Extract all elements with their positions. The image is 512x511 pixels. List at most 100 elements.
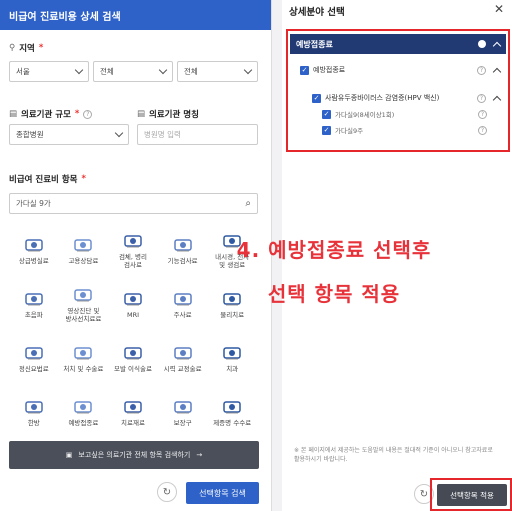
city-select[interactable]: 서울	[9, 61, 89, 82]
checkbox-checked-icon[interactable]: ✓	[322, 125, 331, 135]
category-icon	[74, 400, 93, 413]
tree-item-level3[interactable]: ✓ 가다실9(8세이상1회) ?	[322, 109, 487, 119]
category-icon	[25, 346, 43, 359]
category-icon	[25, 292, 43, 305]
items-label: 비급여 진료비 항목 *	[9, 174, 86, 185]
help-icon[interactable]: ?	[83, 109, 93, 119]
chevron-down-icon	[158, 65, 168, 75]
chevron-up-icon[interactable]	[492, 95, 502, 104]
hospital-name-input[interactable]: 병원명 입력	[137, 124, 258, 145]
instruction-line-2: 선택 항목 적용	[267, 282, 401, 306]
category-item[interactable]: 영상진단 및 방사선치료료	[59, 277, 109, 329]
category-item[interactable]: 정신요법료	[9, 331, 59, 383]
category-icon	[124, 234, 142, 247]
tree-header[interactable]: 예방접종료	[290, 34, 506, 54]
arrow-right-icon: →	[196, 451, 203, 459]
apply-selected-button[interactable]: 선택항목 적용	[437, 484, 507, 506]
category-label: 치료재료	[121, 418, 145, 427]
category-item[interactable]: 제증명 수수료	[207, 385, 257, 437]
chevron-down-icon	[74, 65, 84, 75]
category-item[interactable]: 시력 교정술료	[158, 331, 208, 383]
category-label: 치과	[226, 364, 239, 373]
hospital-name-label: ▤ 의료기관 명칭	[137, 109, 199, 120]
checkbox-checked-icon[interactable]: ✓	[300, 65, 309, 75]
search-all-items-button[interactable]: ▣ 보고싶은 의료기관 전체 항목 검색하기 →	[9, 441, 259, 469]
building-icon: ▤	[137, 109, 146, 119]
reset-button[interactable]: ↻	[157, 482, 177, 502]
panel-title: 비급여 진료비용 상세 검색	[9, 11, 121, 23]
help-icon[interactable]: ?	[477, 65, 486, 75]
category-icon	[74, 238, 93, 251]
help-icon[interactable]: ?	[477, 93, 486, 103]
tree-item-level3[interactable]: ✓ 가다실9주 ?	[322, 125, 487, 135]
search-selected-button[interactable]: 선택항목 검색	[186, 482, 259, 504]
category-item[interactable]: 처치 및 수술료	[59, 331, 109, 383]
category-item[interactable]: 검체, 병리 검사료	[108, 223, 158, 275]
category-item[interactable]: 치과	[207, 331, 257, 383]
scale-label: ▤ 의료기관 규모 * ?	[9, 108, 93, 120]
detail-title: 상세분야 선택	[289, 7, 345, 18]
category-label: 상급병실료	[18, 256, 49, 265]
category-item[interactable]: 예방접종료	[59, 385, 109, 437]
category-label: 모발 이식술료	[114, 364, 152, 373]
category-label: 고용상담료	[68, 256, 99, 265]
category-label: 정신요법료	[18, 364, 49, 373]
category-label: MRI	[126, 310, 140, 319]
category-label: 보장구	[173, 418, 192, 427]
category-icon	[74, 288, 93, 301]
category-icon	[74, 346, 93, 359]
category-icon	[223, 346, 241, 359]
category-icon	[124, 292, 142, 305]
instruction-line-1: 4. 예방접종료 선택후	[236, 238, 432, 262]
category-item[interactable]: 한방	[9, 385, 59, 437]
refresh-icon: ↻	[419, 488, 429, 500]
category-icon	[124, 400, 142, 413]
info-dot-icon	[478, 40, 486, 48]
category-icon	[223, 400, 241, 413]
help-icon[interactable]: ?	[478, 109, 487, 119]
selection-highlight: 예방접종료 ✓ 예방접종료 ? ✓ 사람유두종바이러스 감염증(HPV 백신) …	[286, 29, 510, 152]
category-item[interactable]: 고용상담료	[59, 223, 109, 275]
category-icon	[25, 400, 43, 413]
tree-item-level2[interactable]: ✓ 사람유두종바이러스 감염증(HPV 백신) ?	[312, 93, 502, 104]
help-icon[interactable]: ?	[478, 125, 487, 135]
category-item[interactable]: 치료재료	[108, 385, 158, 437]
category-label: 한방	[27, 418, 40, 427]
category-label: 예방접종료	[68, 418, 99, 427]
item-search-input[interactable]: 가다실 9가 ⌕	[9, 193, 258, 214]
chevron-up-icon[interactable]	[492, 41, 502, 50]
category-item[interactable]: 초음파	[9, 277, 59, 329]
town-select[interactable]: 전체	[177, 61, 258, 82]
category-label: 처치 및 수술료	[63, 364, 104, 373]
close-icon[interactable]: ✕	[494, 2, 504, 16]
region-label: ⚲ 지역 *	[9, 43, 44, 54]
category-item[interactable]: 상급병실료	[9, 223, 59, 275]
checkbox-checked-icon[interactable]: ✓	[312, 93, 321, 103]
disclaimer-text: ※ 본 페이지에서 제공하는 도움말의 내용은 절대적 기준이 아니오니 참고자…	[294, 447, 493, 463]
category-icon	[173, 400, 192, 413]
category-item[interactable]: 모발 이식술료	[108, 331, 158, 383]
search-icon[interactable]: ⌕	[245, 198, 251, 209]
category-label: 영상진단 및 방사선치료료	[65, 306, 102, 323]
tree-item-level1[interactable]: ✓ 예방접종료 ?	[300, 65, 502, 76]
hospital-icon: ▣	[65, 451, 73, 459]
category-label: 검체, 병리 검사료	[118, 252, 148, 269]
category-label: 초음파	[24, 310, 43, 319]
location-pin-icon: ⚲	[9, 43, 16, 53]
chevron-down-icon	[243, 65, 253, 75]
category-item[interactable]: MRI	[108, 277, 158, 329]
scale-select[interactable]: 종합병원	[9, 124, 129, 145]
instruction-overlay: 4. 예방접종료 선택후 선택 항목 적용	[189, 228, 479, 316]
chevron-down-icon	[114, 128, 124, 138]
district-select[interactable]: 전체	[93, 61, 173, 82]
category-label: 시력 교정술료	[163, 364, 202, 373]
category-item[interactable]: 보장구	[158, 385, 208, 437]
panel-header: 비급여 진료비용 상세 검색	[0, 0, 271, 30]
chevron-up-icon[interactable]	[492, 67, 502, 76]
refresh-icon: ↻	[162, 486, 172, 498]
category-icon	[124, 346, 142, 359]
building-icon: ▤	[9, 109, 18, 119]
category-label: 제증명 수수료	[213, 418, 252, 427]
category-icon	[173, 346, 192, 359]
checkbox-checked-icon[interactable]: ✓	[322, 109, 331, 119]
